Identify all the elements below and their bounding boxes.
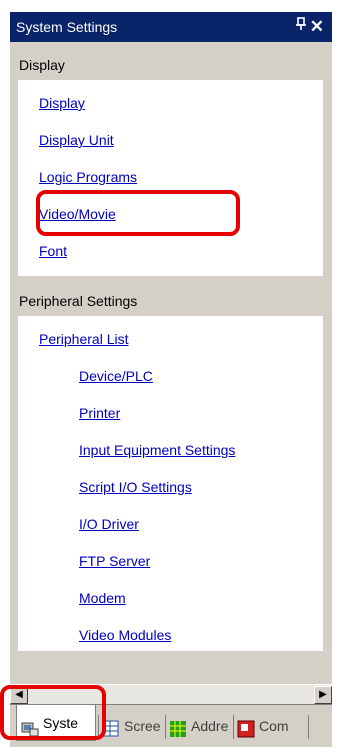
tab-common-label: Com <box>259 718 289 734</box>
video-movie-highlight <box>36 190 240 236</box>
peripheral-group-heading: Peripheral Settings <box>19 293 138 309</box>
pin-glyph <box>296 17 306 30</box>
tab-address[interactable]: Addre <box>169 711 228 741</box>
close-icon[interactable]: ✕ <box>310 12 324 42</box>
link-modem[interactable]: Modem <box>79 590 126 606</box>
link-peripheral-list[interactable]: Peripheral List <box>39 331 129 347</box>
address-icon <box>169 718 187 738</box>
link-font[interactable]: Font <box>39 243 67 259</box>
tab-address-label: Addre <box>191 718 229 734</box>
peripheral-group-box: Peripheral List Device/PLC Printer Input… <box>18 316 323 651</box>
panel-titlebar: System Settings ✕ <box>10 12 332 42</box>
scroll-right-icon[interactable]: ▶ <box>314 686 332 704</box>
tab-separator <box>165 715 166 739</box>
tab-screen-label: Scree <box>124 718 161 734</box>
tab-separator <box>233 715 234 739</box>
pin-icon[interactable] <box>295 12 307 42</box>
link-display-unit[interactable]: Display Unit <box>39 132 114 148</box>
link-ftp-server[interactable]: FTP Server <box>79 553 150 569</box>
system-tab-highlight <box>0 685 106 740</box>
link-display[interactable]: Display <box>39 95 85 111</box>
system-settings-panel: System Settings ✕ Display Display Displa… <box>10 12 332 747</box>
link-io-driver[interactable]: I/O Driver <box>79 516 139 532</box>
link-printer[interactable]: Printer <box>79 405 120 421</box>
display-group-box: Display Display Unit Logic Programs Vide… <box>18 80 323 276</box>
tab-common-settings[interactable]: Com <box>237 711 289 741</box>
link-logic-programs[interactable]: Logic Programs <box>39 169 137 185</box>
link-video-modules[interactable]: Video Modules <box>79 627 171 643</box>
link-input-equipment-settings[interactable]: Input Equipment Settings <box>79 442 235 458</box>
display-group-heading: Display <box>19 57 65 73</box>
address-icon-glyph <box>170 721 186 738</box>
common-settings-icon-glyph <box>237 720 255 738</box>
link-device-plc[interactable]: Device/PLC <box>79 368 153 384</box>
panel-title: System Settings <box>16 19 118 35</box>
common-settings-icon <box>237 718 255 738</box>
link-script-io-settings[interactable]: Script I/O Settings <box>79 479 192 495</box>
settings-content: Display Display Display Unit Logic Progr… <box>10 42 332 684</box>
tab-separator <box>308 715 309 739</box>
tab-screen-list[interactable]: Scree <box>102 711 161 741</box>
